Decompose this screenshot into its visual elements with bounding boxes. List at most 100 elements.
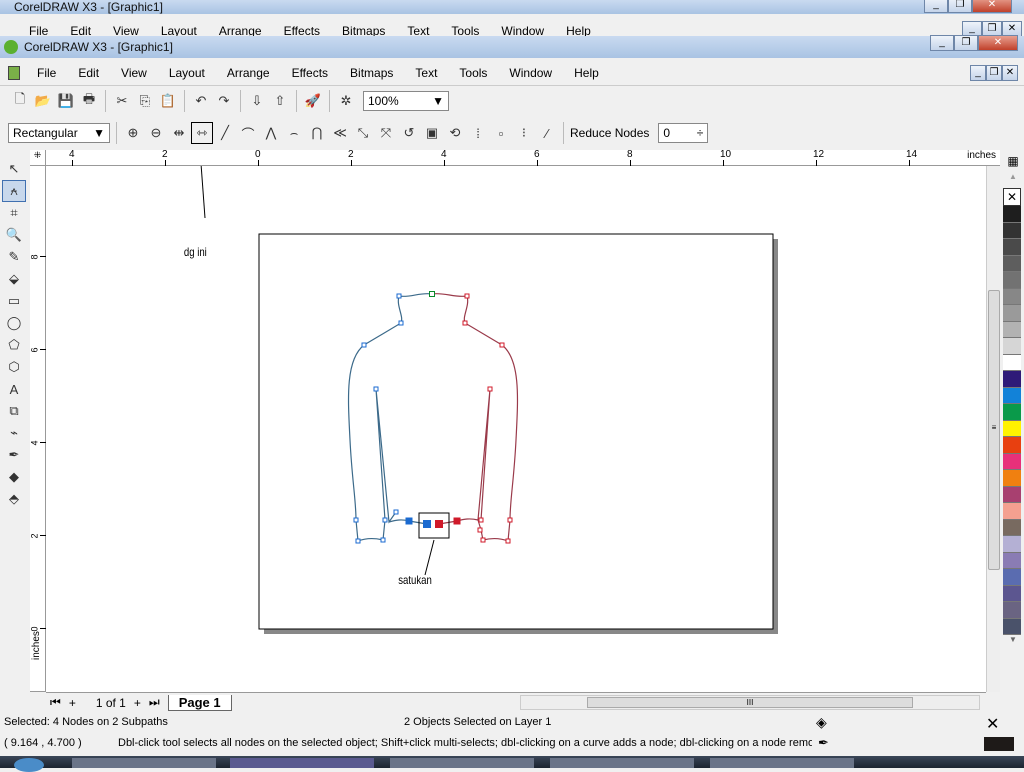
doc-close-button[interactable]: ✕ — [1002, 65, 1018, 81]
select-all-nodes-icon[interactable]: ⁄ — [537, 123, 557, 143]
text-tool-icon[interactable]: A — [2, 378, 26, 400]
launcher-icon[interactable]: 🚀 — [303, 91, 323, 111]
menu-edit[interactable]: Edit — [67, 66, 110, 80]
ruler-origin-icon[interactable]: ⁜ — [30, 150, 46, 166]
horizontal-scrollbar[interactable]: III — [520, 695, 980, 710]
menu-window[interactable]: Window — [498, 66, 563, 80]
menu-view[interactable]: View — [110, 66, 158, 80]
add-node-icon[interactable]: ⊕ — [123, 123, 143, 143]
rotate-nodes-icon[interactable]: ▣ — [422, 123, 442, 143]
extract-subpath-icon[interactable]: ⤧ — [376, 123, 396, 143]
add-page-after-button[interactable]: + — [134, 696, 141, 710]
crop-tool-icon[interactable]: ⌗ — [2, 202, 26, 224]
horizontal-scroll-thumb[interactable]: III — [587, 697, 913, 708]
palette-scroll-down[interactable]: ▼ — [1003, 635, 1023, 649]
node[interactable] — [429, 291, 435, 297]
paste-icon[interactable]: 📋 — [158, 91, 178, 111]
node[interactable] — [499, 342, 505, 348]
color-swatch[interactable] — [1003, 255, 1021, 272]
color-swatch[interactable] — [1003, 354, 1021, 371]
color-swatch[interactable] — [1003, 437, 1021, 454]
export-icon[interactable]: ⇧ — [270, 91, 290, 111]
color-swatch[interactable] — [1003, 288, 1021, 305]
join-nodes-icon[interactable]: ⇹ — [169, 123, 189, 143]
welcome-icon[interactable]: ✲ — [336, 91, 356, 111]
color-swatch[interactable] — [1003, 420, 1021, 437]
selected-node[interactable] — [435, 520, 443, 528]
fill-tool-icon[interactable]: ◆ — [2, 466, 26, 488]
node[interactable] — [478, 517, 484, 523]
selected-node[interactable] — [423, 520, 431, 528]
new-icon[interactable]: 🗋 — [10, 91, 30, 111]
interactive-blend-icon[interactable]: ⧉ — [2, 400, 26, 422]
basic-shapes-icon[interactable]: ⬡ — [2, 356, 26, 378]
tab-page-1[interactable]: Page 1 — [167, 694, 232, 711]
selected-node[interactable] — [453, 517, 461, 525]
print-icon[interactable]: 🖶 — [79, 91, 99, 111]
menu-bitmaps[interactable]: Bitmaps — [339, 66, 404, 80]
smooth-icon[interactable]: ⌢ — [284, 123, 304, 143]
import-icon[interactable]: ⇩ — [247, 91, 267, 111]
polygon-tool-icon[interactable]: ⬠ — [2, 334, 26, 356]
menu-arrange[interactable]: Arrange — [216, 66, 281, 80]
node[interactable] — [355, 538, 361, 544]
rectangle-tool-icon[interactable]: ▭ — [2, 290, 26, 312]
node[interactable] — [353, 517, 359, 523]
interactive-fill-icon[interactable]: ⬘ — [2, 488, 26, 510]
node[interactable] — [398, 320, 404, 326]
maximize-button[interactable]: ❐ — [954, 35, 978, 51]
taskbar-item[interactable] — [550, 758, 694, 768]
close-button[interactable]: ✕ — [978, 35, 1018, 51]
node[interactable] — [464, 293, 470, 299]
zoom-level-dropdown[interactable]: 100% ▼ — [363, 91, 449, 111]
smart-fill-icon[interactable]: ⬙ — [2, 268, 26, 290]
node[interactable] — [487, 386, 493, 392]
last-page-button[interactable]: ⏭ — [149, 695, 160, 710]
pick-tool-icon[interactable]: ↖ — [2, 158, 26, 180]
close-button[interactable]: ✕ — [972, 0, 1012, 13]
color-swatch[interactable] — [1003, 503, 1021, 520]
color-swatch[interactable] — [1003, 321, 1021, 338]
stretch-nodes-icon[interactable]: ↺ — [399, 123, 419, 143]
node[interactable] — [477, 527, 483, 533]
menu-help[interactable]: Help — [563, 66, 610, 80]
node[interactable] — [507, 517, 513, 523]
color-swatch[interactable] — [1003, 305, 1021, 322]
color-swatch[interactable] — [1003, 585, 1021, 602]
color-swatch[interactable] — [1003, 519, 1021, 536]
copy-icon[interactable]: ⎘ — [135, 91, 155, 111]
selection-mode-dropdown[interactable]: Rectangular ▼ — [8, 123, 110, 143]
color-swatch[interactable] — [1003, 536, 1021, 553]
color-swatch[interactable] — [1003, 222, 1021, 239]
add-page-button[interactable]: + — [69, 696, 76, 710]
freehand-tool-icon[interactable]: ✎ — [2, 246, 26, 268]
palette-scroll-up[interactable]: ▲ — [1003, 172, 1023, 188]
color-swatch[interactable] — [1003, 470, 1021, 487]
color-swatch[interactable] — [1003, 206, 1021, 223]
color-swatch[interactable] — [1003, 618, 1021, 635]
vertical-ruler[interactable]: inches 8 6 4 2 0 — [30, 166, 46, 692]
no-color-swatch[interactable]: ✕ — [1003, 188, 1021, 206]
color-swatch[interactable] — [1003, 569, 1021, 586]
palette-options-icon[interactable]: ▦ — [1003, 154, 1023, 172]
menu-layout[interactable]: Layout — [158, 66, 216, 80]
doc-restore-button[interactable]: ❐ — [986, 65, 1002, 81]
color-swatch[interactable] — [1003, 552, 1021, 569]
start-button[interactable] — [14, 758, 44, 772]
node[interactable] — [373, 386, 379, 392]
menu-file[interactable]: File — [26, 66, 67, 80]
minimize-button[interactable]: _ — [924, 0, 948, 13]
open-icon[interactable]: 📂 — [33, 91, 53, 111]
undo-icon[interactable]: ↶ — [191, 91, 211, 111]
node[interactable] — [361, 342, 367, 348]
reverse-direction-icon[interactable]: ≪ — [330, 123, 350, 143]
vertical-scroll-thumb[interactable]: ≡ — [988, 290, 1000, 570]
node[interactable] — [480, 537, 486, 543]
node[interactable] — [396, 293, 402, 299]
symmetrical-icon[interactable]: ⋂ — [307, 123, 327, 143]
eyedropper-icon[interactable]: ⌁ — [2, 422, 26, 444]
mirror-v-icon[interactable]: ▫ — [491, 123, 511, 143]
cut-icon[interactable]: ✂ — [112, 91, 132, 111]
node[interactable] — [382, 517, 388, 523]
spinner-icon[interactable]: ÷ — [697, 126, 704, 140]
